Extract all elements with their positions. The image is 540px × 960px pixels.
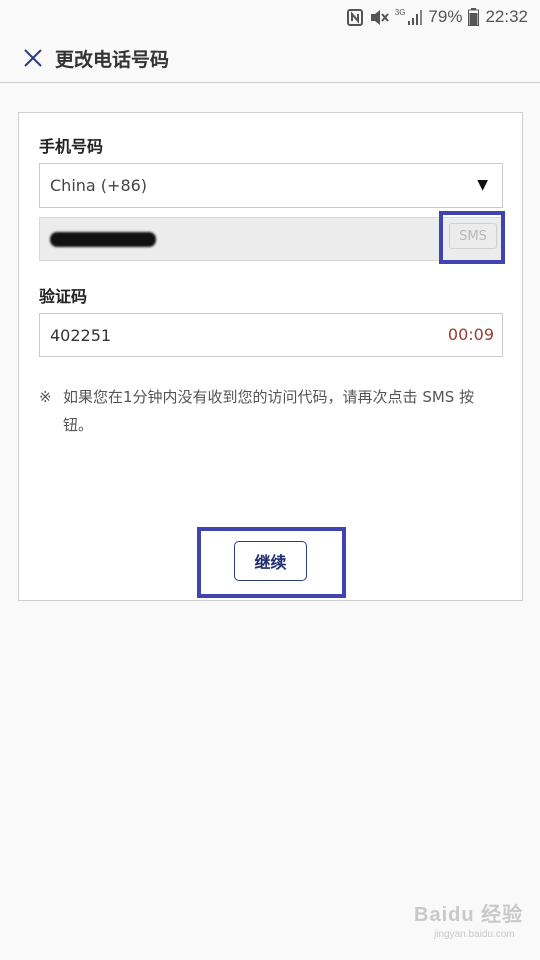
watermark-sub: jingyan.baidu.com xyxy=(434,929,515,940)
code-label: 验证码 xyxy=(39,287,88,306)
watermark: Baidu 经验 jingyan.baidu.com xyxy=(414,898,524,948)
note-mark: ※ xyxy=(39,388,52,406)
dropdown-arrow-icon: ▼ xyxy=(477,177,488,193)
vibrate-mute-icon xyxy=(369,9,389,26)
country-select-value: China (+86) xyxy=(50,176,148,195)
close-button[interactable] xyxy=(20,45,46,71)
clock: 22:32 xyxy=(485,7,528,26)
watermark-main: Baidu 经验 xyxy=(414,904,524,926)
phone-label: 手机号码 xyxy=(39,137,104,156)
phone-change-card: 手机号码 China (+86) ▼ SMS 验证码 402251 00:09 … xyxy=(18,112,523,601)
verification-code-value: 402251 xyxy=(50,325,112,345)
blank-area xyxy=(31,451,495,503)
continue-button[interactable]: 继续 xyxy=(234,541,307,581)
battery-icon xyxy=(468,8,480,26)
redacted-phone-number xyxy=(50,232,156,247)
sms-note: ※ 如果您在1分钟内没有收到您的访问代码，请再次点击 SMS 按钮。 xyxy=(39,383,489,439)
app-header: 更改电话号码 xyxy=(0,34,540,83)
note-text: 如果您在1分钟内没有收到您的访问代码，请再次点击 SMS 按钮。 xyxy=(63,388,475,434)
page-title: 更改电话号码 xyxy=(55,48,170,71)
verification-code-field[interactable]: 402251 00:09 xyxy=(39,313,503,357)
signal-icon xyxy=(408,9,423,25)
status-bar: 3G 79% 22:32 xyxy=(0,0,540,34)
sms-button[interactable]: SMS xyxy=(449,223,497,249)
close-icon xyxy=(24,49,42,67)
countdown-timer: 00:09 xyxy=(447,325,494,344)
country-select[interactable]: China (+86) ▼ xyxy=(39,163,503,208)
network-type: 3G xyxy=(394,8,406,17)
phone-number-field[interactable] xyxy=(39,217,503,261)
battery-percent: 79% xyxy=(428,7,463,26)
nfc-icon xyxy=(346,8,363,26)
